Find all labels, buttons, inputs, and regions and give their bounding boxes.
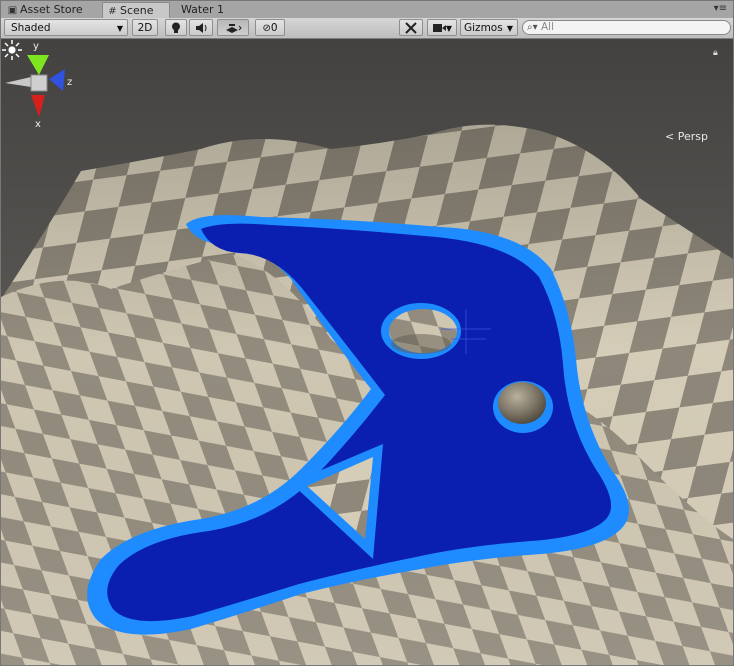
shading-mode-label: Shaded bbox=[11, 22, 51, 34]
lightbulb-icon[interactable] bbox=[165, 19, 187, 36]
chevron-down-icon: ▼ bbox=[506, 24, 513, 33]
gizmos-dropdown[interactable]: Gizmos ▼ bbox=[460, 19, 518, 36]
tab-menu-icon[interactable]: ▾≡ bbox=[714, 2, 727, 16]
shading-mode-dropdown[interactable]: Shaded ▼ bbox=[4, 19, 128, 36]
search-placeholder: All bbox=[541, 21, 555, 33]
scene-toolbar: Shaded ▼ 2D ⊘0 ▼ Gizmos ▼ ⌕▾ All bbox=[1, 18, 733, 39]
tab-water-label: Water 1 bbox=[181, 3, 225, 16]
mode-2d-button[interactable]: 2D bbox=[132, 19, 158, 36]
axis-neg-x-cone[interactable] bbox=[5, 77, 31, 87]
orientation-gizmo[interactable]: y z x bbox=[1, 39, 79, 149]
hidden-objects-toggle[interactable]: ⊘0 bbox=[255, 19, 285, 36]
axis-label-x: x bbox=[35, 119, 41, 130]
projection-toggle[interactable]: < Persp bbox=[665, 130, 708, 143]
eye-slash-icon: ⊘ bbox=[262, 23, 271, 34]
gizmo-center-cube[interactable] bbox=[30, 74, 48, 92]
tab-bar: ▣ Asset Store # Scene Water 1 ▾≡ bbox=[1, 1, 733, 19]
axis-label-z: z bbox=[67, 77, 72, 88]
camera-dropdown[interactable]: ▼ bbox=[427, 19, 457, 36]
camera-icon bbox=[432, 24, 446, 32]
scene-window: ▣ Asset Store # Scene Water 1 ▾≡ Shaded ▼ … bbox=[0, 0, 734, 666]
shopping-icon: ▣ bbox=[7, 5, 18, 16]
axis-y-cone[interactable] bbox=[27, 55, 49, 75]
scene-render bbox=[1, 39, 733, 665]
tab-scene[interactable]: # Scene bbox=[102, 2, 170, 18]
tab-water[interactable]: Water 1 bbox=[177, 2, 237, 18]
speaker-icon[interactable] bbox=[189, 19, 213, 36]
axis-label-y: y bbox=[33, 41, 39, 52]
axis-z-cone[interactable] bbox=[49, 69, 65, 91]
hidden-count: 0 bbox=[270, 22, 278, 34]
tab-asset-store-label: Asset Store bbox=[20, 3, 83, 16]
island-shadow bbox=[391, 334, 451, 354]
tab-scene-label: Scene bbox=[120, 4, 154, 17]
scene-viewport[interactable]: 🔒︎ y z x < Persp bbox=[1, 39, 733, 665]
search-input[interactable]: ⌕▾ All bbox=[522, 20, 731, 35]
effects-icon[interactable] bbox=[217, 19, 249, 36]
chevron-down-icon: ▼ bbox=[116, 24, 123, 33]
tab-asset-store[interactable]: ▣ Asset Store bbox=[3, 2, 99, 18]
crossed-tools-icon[interactable] bbox=[399, 19, 423, 36]
search-icon: ⌕▾ bbox=[527, 22, 538, 33]
gizmos-label: Gizmos bbox=[464, 22, 503, 34]
chevron-down-icon: ▼ bbox=[445, 24, 452, 33]
lock-icon[interactable]: 🔒︎ bbox=[713, 48, 721, 58]
sphere-object[interactable] bbox=[498, 382, 546, 424]
axis-x-cone[interactable] bbox=[31, 95, 45, 117]
